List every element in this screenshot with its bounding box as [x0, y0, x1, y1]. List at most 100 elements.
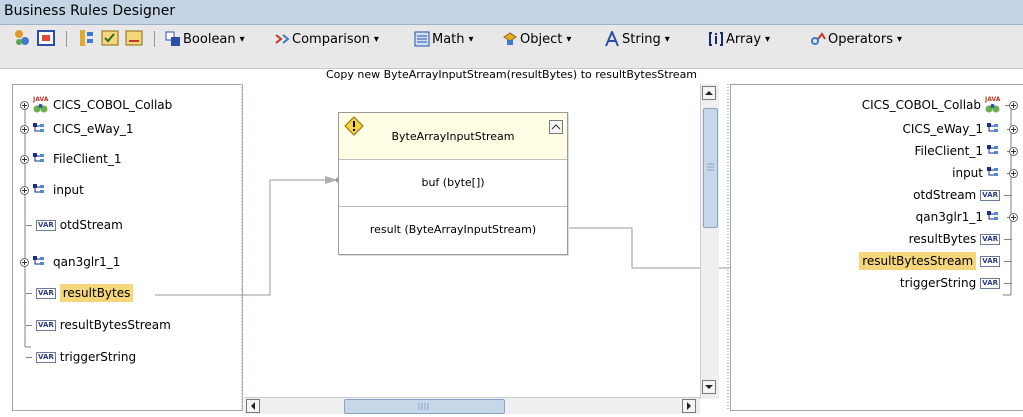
- expand-icon[interactable]: [1009, 100, 1018, 110]
- destination-tree-item-resultBytesStream[interactable]: resultBytesStream VAR: [859, 251, 1012, 271]
- tree-label: CICS_COBOL_Collab: [53, 98, 173, 112]
- expand-icon[interactable]: [20, 124, 29, 134]
- menu-array[interactable]: Array ▾: [708, 29, 770, 49]
- destination-tree-item-triggerString[interactable]: triggerString VAR: [900, 273, 1012, 293]
- tree-label: resultBytesStream: [59, 318, 171, 332]
- menu-math[interactable]: Math ▾: [414, 29, 474, 49]
- expand-icon[interactable]: [20, 100, 29, 110]
- menu-comparison-label: Comparison: [292, 31, 370, 47]
- tree-label: input: [53, 183, 84, 197]
- expand-icon[interactable]: [20, 185, 29, 195]
- method-node-header[interactable]: ByteArrayInputStream: [339, 113, 567, 160]
- destination-tree-pane[interactable]: CICS_COBOL_Collab JAVA CICS_eWay_1 FileCl…: [730, 84, 1023, 411]
- vertical-scroll-thumb[interactable]: [703, 108, 718, 228]
- tree-label: triggerString: [59, 350, 137, 364]
- collapse-icon[interactable]: [549, 120, 563, 134]
- expand-icon[interactable]: [1009, 168, 1018, 178]
- window-titlebar: Business Rules Designer: [0, 0, 1023, 25]
- method-param-row[interactable]: buf (byte[]): [339, 160, 567, 207]
- destination-tree-item-CICS_eWay_1[interactable]: CICS_eWay_1: [903, 119, 1018, 139]
- source-tree-item-resultBytesStream[interactable]: VAR resultBytesStream: [26, 315, 171, 335]
- destination-tree-item-qan3glr1_1[interactable]: qan3glr1_1: [916, 207, 1018, 227]
- object-icon: [502, 31, 518, 47]
- pane-splitter[interactable]: [727, 84, 729, 410]
- scroll-left-button[interactable]: [246, 399, 260, 413]
- destination-tree-item-FileClient_1[interactable]: FileClient_1: [915, 141, 1018, 161]
- menu-comparison[interactable]: Comparison ▾: [274, 29, 379, 49]
- method-result-row[interactable]: result (ByteArrayInputStream): [339, 207, 567, 253]
- menu-array-label: Array: [726, 31, 762, 47]
- chevron-down-icon: ▾: [239, 33, 245, 45]
- menu-string[interactable]: String ▾: [604, 29, 670, 49]
- variable-icon: VAR: [980, 233, 1000, 245]
- source-tree-item-qan3glr1_1[interactable]: qan3glr1_1: [20, 252, 120, 272]
- tree-label: CICS_eWay_1: [902, 122, 983, 136]
- tree-connector: [26, 356, 32, 358]
- variable-icon: VAR: [980, 277, 1000, 289]
- tree-connector: [26, 224, 32, 226]
- tree-connector: [1004, 194, 1012, 196]
- view-toggle-icon[interactable]: [36, 28, 56, 48]
- variable-icon: VAR: [36, 287, 56, 299]
- toolbar: Boolean ▾ Comparison ▾ Math ▾ Object ▾ S…: [0, 25, 1023, 69]
- expand-icon[interactable]: [1009, 124, 1018, 134]
- condition-icon[interactable]: [100, 28, 120, 48]
- add-element-icon[interactable]: [76, 28, 96, 48]
- structure-type-icon: [987, 211, 1003, 223]
- tree-connector: [26, 292, 32, 294]
- variable-icon: VAR: [36, 319, 56, 331]
- method-param-label: buf (byte[]): [421, 176, 485, 189]
- source-tree-item-resultBytes[interactable]: VAR resultBytes: [26, 283, 134, 303]
- tree-connector: [26, 324, 32, 326]
- menu-boolean[interactable]: Boolean ▾: [165, 29, 245, 49]
- source-tree-item-CICS_eWay_1[interactable]: CICS_eWay_1: [20, 119, 133, 139]
- expand-icon[interactable]: [1009, 212, 1018, 222]
- vertical-scrollbar[interactable]: [700, 84, 719, 399]
- destination-tree-item-resultBytes[interactable]: resultBytes VAR: [909, 229, 1012, 249]
- expand-icon[interactable]: [20, 154, 29, 164]
- source-tree-item-triggerString[interactable]: VAR triggerString: [26, 347, 136, 367]
- source-tree-root[interactable]: JAVA CICS_COBOL_Collab: [20, 95, 172, 115]
- window-title: Business Rules Designer: [4, 3, 176, 19]
- structure-type-icon: [33, 153, 49, 165]
- horizontal-scroll-thumb[interactable]: [344, 399, 505, 414]
- expand-icon[interactable]: [20, 257, 29, 267]
- chevron-down-icon: ▾: [566, 33, 572, 45]
- tree-connector: [1004, 260, 1012, 262]
- comparison-icon: [274, 31, 290, 47]
- source-tree-item-otdStream[interactable]: VAR otdStream: [26, 215, 123, 235]
- java-collab-icon: JAVA: [984, 96, 1002, 113]
- rule-caption: Copy new ByteArrayInputStream(resultByte…: [325, 68, 698, 81]
- source-tree-item-FileClient_1[interactable]: FileClient_1: [20, 149, 121, 169]
- method-node[interactable]: ByteArrayInputStream buf (byte[]) result…: [338, 112, 568, 255]
- source-tree-pane[interactable]: JAVA CICS_COBOL_Collab CICS_eWay_1 FileCl…: [12, 84, 243, 411]
- tree-label: FileClient_1: [53, 152, 122, 166]
- menu-operators[interactable]: Operators ▾: [810, 29, 902, 49]
- horizontal-scrollbar[interactable]: [244, 397, 700, 414]
- menu-object[interactable]: Object ▾: [502, 29, 571, 49]
- java-collab-icon: JAVA: [32, 96, 50, 113]
- destination-tree-item-otdStream[interactable]: otdStream VAR: [913, 185, 1012, 205]
- variable-icon: VAR: [36, 219, 56, 231]
- tree-label: CICS_eWay_1: [53, 122, 134, 136]
- scroll-right-button[interactable]: [682, 399, 696, 413]
- return-icon[interactable]: [124, 28, 144, 48]
- menu-string-label: String: [622, 31, 661, 47]
- scroll-up-button[interactable]: [702, 86, 716, 100]
- pane-splitter[interactable]: [241, 84, 243, 410]
- collab-settings-icon[interactable]: [12, 28, 32, 48]
- destination-tree-root[interactable]: CICS_COBOL_Collab JAVA: [862, 95, 1018, 115]
- variable-icon: VAR: [36, 351, 56, 363]
- array-icon: [708, 31, 724, 47]
- tree-label: resultBytesStream: [859, 252, 977, 270]
- method-node-title: ByteArrayInputStream: [391, 130, 515, 143]
- destination-tree-item-input[interactable]: input: [952, 163, 1018, 183]
- tree-label: otdStream: [913, 188, 977, 202]
- tree-label: otdStream: [59, 218, 123, 232]
- expand-icon[interactable]: [1009, 146, 1018, 156]
- source-tree-item-input[interactable]: input: [20, 180, 84, 200]
- scroll-down-button[interactable]: [702, 380, 716, 394]
- menu-boolean-label: Boolean: [183, 31, 236, 47]
- structure-type-icon: [987, 123, 1003, 135]
- menu-operators-label: Operators: [828, 31, 893, 47]
